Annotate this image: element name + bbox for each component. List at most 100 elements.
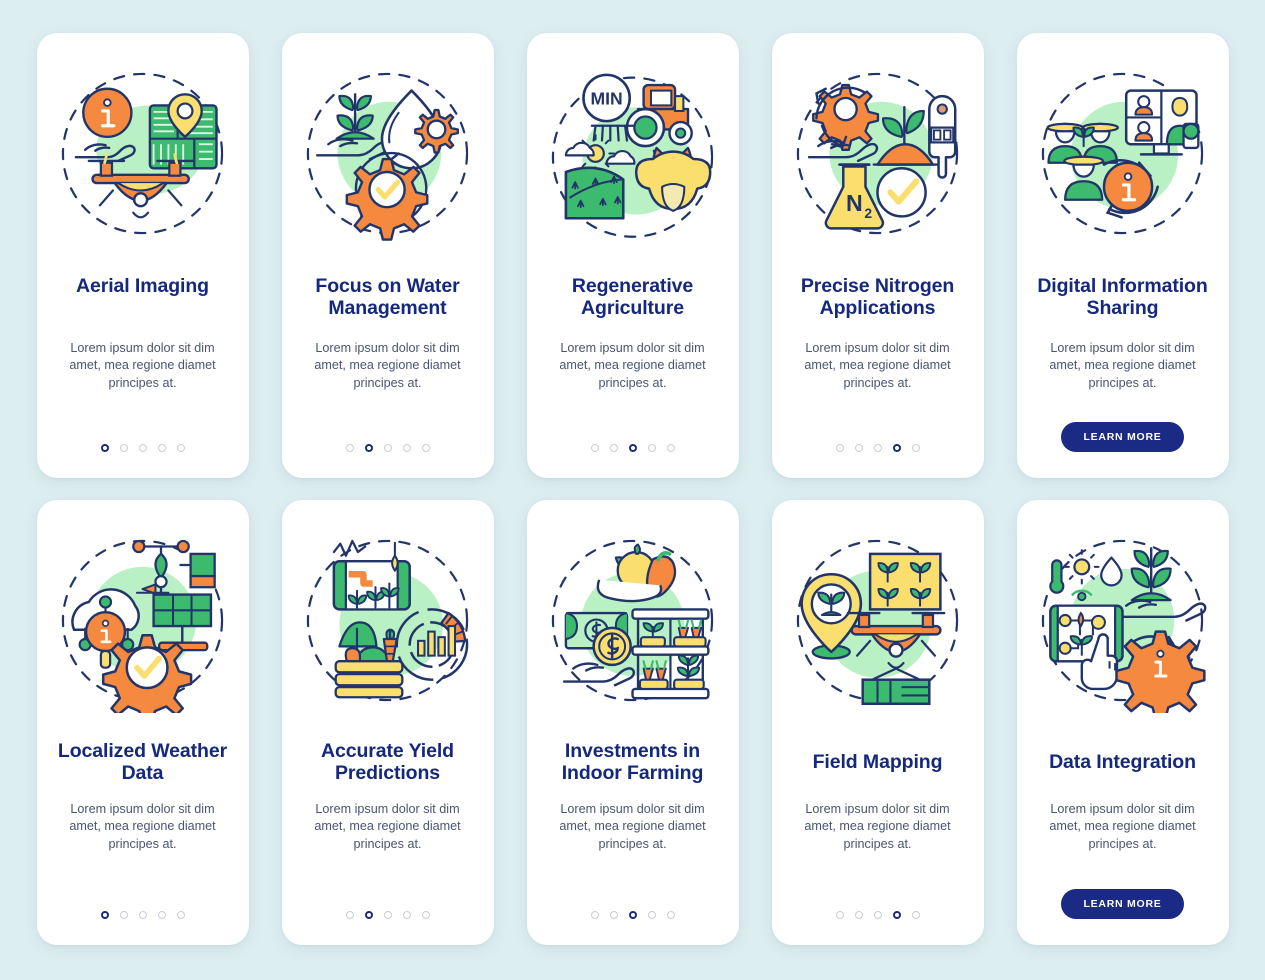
pagination-dot[interactable] [345,911,354,919]
card-focus-on-water-management[interactable]: Focus on Water Management Lorem ipsum do… [281,33,494,478]
learn-more-button[interactable]: LEARN MORE [1061,422,1184,452]
pagination-dot[interactable] [873,444,882,452]
card-precise-nitrogen-applications[interactable]: N 2 Precise Nitrogen Applications Lorem … [771,33,984,478]
pagination-dot[interactable] [647,911,656,919]
card-description: Lorem ipsum dolor sit dim amet, mea regi… [559,341,706,390]
pagination-dot[interactable] [119,444,128,452]
pagination-dots[interactable] [590,444,675,452]
pagination-dot[interactable] [100,444,109,452]
pagination-dot[interactable] [892,444,901,452]
pagination-dot[interactable] [666,444,675,452]
pagination-dot[interactable] [609,911,618,919]
pagination-dot[interactable] [383,444,392,452]
pagination-dot[interactable] [421,911,430,919]
card-description: Lorem ipsum dolor sit dim amet, mea regi… [1049,341,1196,390]
illustration-data-integration [1030,528,1215,713]
illustration-localized-weather-data [50,528,235,713]
info-circle-icon [82,87,133,139]
pagination-dots[interactable] [100,911,185,919]
pagination-dot[interactable] [911,911,920,919]
card-regenerative-agriculture[interactable]: MIN Regenerative Agriculture Lorem ipsum… [526,33,739,478]
pagination-dot[interactable] [176,911,185,919]
field-grid-icon [868,552,942,611]
pagination-dots[interactable] [835,911,920,919]
card-footer [37,911,249,919]
pagination-dot[interactable] [176,444,185,452]
card-localized-weather-data[interactable]: Localized Weather Data Lorem ipsum dolor… [36,500,249,945]
card-title: Precise Nitrogen Applications [800,275,955,319]
pagination-dot[interactable] [590,444,599,452]
card-description: Lorem ipsum dolor sit dim amet, mea regi… [314,802,461,851]
pagination-dot[interactable] [873,911,882,919]
pagination-dot[interactable] [157,911,166,919]
pagination-dot[interactable] [345,444,354,452]
pagination-dots[interactable] [835,444,920,452]
pagination-dot[interactable] [892,911,901,919]
card-description: Lorem ipsum dolor sit dim amet, mea regi… [314,341,461,390]
solar-panel-icon [152,593,213,652]
illustration-regenerative-agriculture: MIN [540,61,725,246]
pagination-dots[interactable] [100,444,185,452]
card-footer: LEARN MORE [1017,422,1229,452]
card-footer [527,444,739,452]
card-title: Localized Weather Data [57,740,228,784]
card-description: Lorem ipsum dolor sit dim amet, mea regi… [559,802,706,851]
pagination-dot[interactable] [383,911,392,919]
illustration-indoor-farming [540,528,725,713]
pagination-dot[interactable] [157,444,166,452]
vertical-farm-shelf-icon [631,608,710,700]
card-title: Regenerative Agriculture [571,275,694,319]
card-title: Investments in Indoor Farming [561,740,704,784]
pagination-dot[interactable] [854,911,863,919]
card-title: Data Integration [1049,751,1196,774]
card-description: Lorem ipsum dolor sit dim amet, mea regi… [69,341,216,390]
card-footer: LEARN MORE [1017,889,1229,919]
pagination-dot[interactable] [628,911,637,919]
onboarding-screens-board: Aerial Imaging Lorem ipsum dolor sit dim… [0,0,1265,980]
pagination-dot[interactable] [364,911,373,919]
pagination-dot[interactable] [854,444,863,452]
pagination-dot[interactable] [138,911,147,919]
pagination-dot[interactable] [364,444,373,452]
card-footer [282,911,494,919]
dollar-coin-icon [592,626,632,667]
tablet-plants-icon [332,539,411,611]
learn-more-button[interactable]: LEARN MORE [1061,889,1184,919]
pagination-dot[interactable] [402,911,411,919]
illustration-precise-nitrogen: N 2 [785,61,970,246]
card-description: Lorem ipsum dolor sit dim amet, mea regi… [69,802,216,851]
pagination-dot[interactable] [911,444,920,452]
flask-formula-subscript: 2 [864,205,872,221]
field-icon [564,166,625,220]
card-title: Aerial Imaging [76,275,209,297]
sun-icon [1064,549,1100,585]
pagination-dot[interactable] [100,911,109,919]
pagination-dot[interactable] [835,444,844,452]
pagination-dot[interactable] [666,911,675,919]
pagination-dot[interactable] [835,911,844,919]
pagination-dot[interactable] [421,444,430,452]
pagination-dot[interactable] [138,444,147,452]
card-title: Field Mapping [812,751,943,774]
pagination-dots[interactable] [590,911,675,919]
card-accurate-yield-predictions[interactable]: Accurate Yield Predictions Lorem ipsum d… [281,500,494,945]
pagination-dot[interactable] [609,444,618,452]
pagination-dot[interactable] [590,911,599,919]
produce-icon [596,543,677,603]
card-field-mapping[interactable]: Field Mapping Lorem ipsum dolor sit dim … [771,500,984,945]
pagination-dot[interactable] [628,444,637,452]
card-digital-information-sharing[interactable]: Digital Information Sharing Lorem ipsum … [1016,33,1229,478]
pagination-dots[interactable] [345,444,430,452]
pagination-dot[interactable] [402,444,411,452]
card-aerial-imaging[interactable]: Aerial Imaging Lorem ipsum dolor sit dim… [36,33,249,478]
pagination-dots[interactable] [345,911,430,919]
gear-check-icon [101,634,193,713]
card-data-integration[interactable]: Data Integration Lorem ipsum dolor sit d… [1016,500,1229,945]
card-description: Lorem ipsum dolor sit dim amet, mea regi… [804,341,951,390]
flask-formula-label: N [846,190,863,216]
pagination-dot[interactable] [647,444,656,452]
card-title: Focus on Water Management [315,275,460,319]
card-investments-in-indoor-farming[interactable]: Investments in Indoor Farming Lorem ipsu… [526,500,739,945]
pagination-dot[interactable] [119,911,128,919]
card-footer [772,444,984,452]
